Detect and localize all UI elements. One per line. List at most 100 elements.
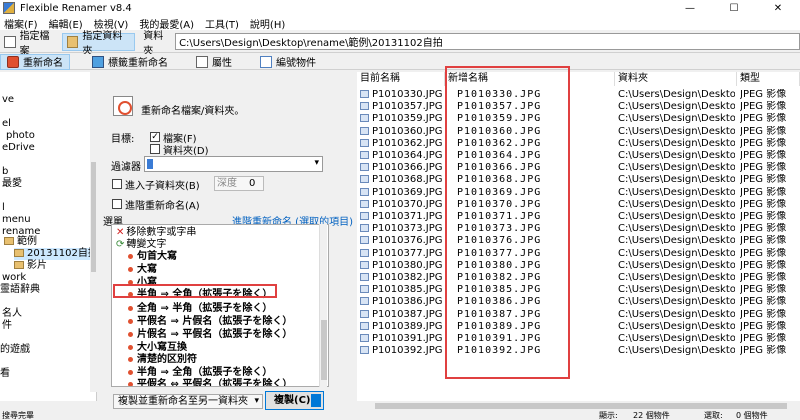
menu-tree-item[interactable]: 半角 ⇒ 全角（拡張子を除く）: [128, 367, 272, 378]
select-folder-button[interactable]: 指定資料夾: [61, 31, 136, 57]
tree-item[interactable]: 最愛: [2, 178, 22, 190]
depth-label: 深度: [217, 178, 237, 189]
table-row[interactable]: P1010370.JPG P1010370.JPG C:\Users\Design\…: [357, 199, 800, 210]
table-row[interactable]: P1010385.JPG P1010385.JPG C:\Users\Design\…: [357, 284, 800, 295]
table-row[interactable]: P1010391.JPG P1010391.JPG C:\Users\Design\…: [357, 333, 800, 344]
menu-tree-item[interactable]: 大寫: [128, 264, 157, 275]
current-name-cell: P1010391.JPG: [360, 333, 444, 344]
image-file-icon: [360, 212, 369, 220]
tree-item[interactable]: 看: [0, 368, 10, 380]
folder-tree[interactable]: ve el photo eDrive b 最愛 l menu rename 範例…: [0, 72, 97, 401]
column-header-current-name[interactable]: 目前名稱: [357, 72, 445, 86]
menu-tools[interactable]: 工具(T): [205, 16, 239, 31]
menu-tree-label: 移除數字或字串: [126, 227, 197, 238]
tree-scroll-thumb[interactable]: [91, 162, 96, 272]
menu-tree-item[interactable]: 片假名 ⇒ 平假名（拡張子を除く）: [128, 329, 292, 340]
table-row[interactable]: P1010392.JPG P1010392.JPG C:\Users\Design\…: [357, 345, 800, 356]
table-row[interactable]: P1010360.JPG P1010360.JPG C:\Users\Design\…: [357, 126, 800, 137]
current-name-cell: P1010362.JPG: [360, 138, 444, 149]
filter-combobox[interactable]: ▾: [144, 156, 323, 172]
menu-tree-item[interactable]: 平假名 ⇔ 平假名（拡張子を除く）: [128, 379, 292, 386]
table-row[interactable]: P1010382.JPG P1010382.JPG C:\Users\Design\…: [357, 272, 800, 283]
rename-menu-tree[interactable]: ✕ 移除數字或字串 ⟳ 轉變文字 句首大寫 大寫 小寫 半角 ⇒ 全角（拡張子を除く…: [111, 224, 329, 387]
tree-item[interactable]: l: [2, 202, 5, 214]
table-row[interactable]: P1010386.JPG P1010386.JPG C:\Users\Design\…: [357, 296, 800, 307]
tree-item-example[interactable]: 範例: [4, 236, 37, 248]
tab-numbering[interactable]: 編號物件: [254, 54, 322, 70]
table-row[interactable]: P1010387.JPG P1010387.JPG C:\Users\Design\…: [357, 309, 800, 320]
current-name-cell: P1010389.JPG: [360, 321, 444, 332]
subfolder-checkbox[interactable]: [112, 179, 122, 189]
folder-path-input[interactable]: C:\Users\Design\Desktop\rename\範例\201311…: [175, 33, 800, 50]
files-checkbox[interactable]: ✓: [150, 132, 160, 142]
table-row[interactable]: P1010330.JPG P1010330.JPG C:\Users\Design\…: [357, 89, 800, 100]
tab-properties[interactable]: 屬性: [190, 54, 238, 70]
menu-tree-scrollbar[interactable]: [319, 224, 327, 387]
menu-tree-item[interactable]: ✕ 移除數字或字串: [116, 227, 196, 238]
table-row[interactable]: P1010389.JPG P1010389.JPG C:\Users\Design\…: [357, 321, 800, 332]
menu-help[interactable]: 說明(H): [250, 16, 285, 31]
current-name-cell: P1010330.JPG: [360, 89, 444, 100]
panel-title: 重新命名檔案/資料夾。: [141, 106, 245, 117]
tab-rename[interactable]: 重新命名: [0, 53, 70, 70]
table-row[interactable]: P1010362.JPG P1010362.JPG C:\Users\Design\…: [357, 138, 800, 149]
menu-tree-item[interactable]: 大小寫互換: [128, 342, 187, 353]
table-row[interactable]: P1010377.JPG P1010377.JPG C:\Users\Design\…: [357, 248, 800, 259]
table-row[interactable]: P1010366.JPG P1010366.JPG C:\Users\Design\…: [357, 162, 800, 173]
table-row[interactable]: P1010368.JPG P1010368.JPG C:\Users\Design\…: [357, 174, 800, 185]
menu-tree-item[interactable]: 全角 ⇒ 半角（拡張子を除く）: [128, 303, 272, 314]
tree-item[interactable]: photo: [6, 130, 35, 142]
maximize-button[interactable]: ☐: [712, 0, 756, 16]
mode-tabs: 重新命名 標籤重新命名 屬性 編號物件: [0, 53, 800, 70]
table-row[interactable]: P1010359.JPG P1010359.JPG C:\Users\Design\…: [357, 113, 800, 124]
file-list[interactable]: 目前名稱 新增名稱 資料夾 類型 P1010330.JPG P1010330.JP…: [357, 72, 800, 401]
tree-item[interactable]: 名人: [2, 308, 22, 320]
menu-tree-item[interactable]: ⟳ 轉變文字: [116, 239, 166, 250]
folder-cell: C:\Users\Design\Desktop...: [618, 308, 735, 320]
tree-item[interactable]: b: [2, 166, 8, 178]
table-row[interactable]: P1010376.JPG P1010376.JPG C:\Users\Design\…: [357, 235, 800, 246]
menu-tree-item[interactable]: 清楚的区別符: [128, 354, 197, 365]
table-row[interactable]: P1010380.JPG P1010380.JPG C:\Users\Design\…: [357, 260, 800, 271]
minimize-button[interactable]: —: [668, 0, 712, 16]
copy-mode-combobox[interactable]: 複製並重新命名至另一資料夾 ▾: [113, 394, 263, 409]
current-name-cell: P1010377.JPG: [360, 248, 444, 259]
tree-item[interactable]: ve: [2, 94, 14, 106]
table-row[interactable]: P1010369.JPG P1010369.JPG C:\Users\Design\…: [357, 187, 800, 198]
current-name-text: P1010370.JPG: [372, 198, 443, 210]
menu-tree-label: 全角 ⇒ 半角（拡張子を除く）: [137, 303, 273, 314]
copy-button[interactable]: 複製(C): [265, 391, 324, 410]
tree-item-selected[interactable]: 20131102自拍: [14, 248, 96, 260]
close-button[interactable]: ✕: [756, 0, 800, 16]
menu-tree-label: 片假名 ⇒ 平假名（拡張子を除く）: [137, 329, 293, 340]
hscroll-thumb[interactable]: [375, 403, 787, 409]
tree-item[interactable]: menu: [2, 214, 31, 226]
file-list-hscrollbar[interactable]: [357, 401, 800, 411]
table-row[interactable]: P1010364.JPG P1010364.JPG C:\Users\Design\…: [357, 150, 800, 161]
menu-tree-item[interactable]: 句首大寫: [128, 251, 177, 262]
menu-tree-label: 大小寫互換: [137, 342, 187, 353]
folders-checkbox[interactable]: [150, 144, 160, 154]
tree-item[interactable]: 件: [2, 320, 12, 332]
column-header-folder[interactable]: 資料夾: [615, 72, 737, 86]
tree-item[interactable]: el: [2, 118, 11, 130]
tree-item[interactable]: eDrive: [2, 142, 35, 154]
advanced-checkbox[interactable]: [112, 199, 122, 209]
tree-item-video[interactable]: 影片: [14, 260, 47, 272]
menu-tree-item[interactable]: 平假名 ⇒ 片假名（拡張子を除く）: [128, 316, 292, 327]
table-row[interactable]: P1010371.JPG P1010371.JPG C:\Users\Design\…: [357, 211, 800, 222]
tree-item[interactable]: 靈語辭典: [0, 284, 40, 296]
rename-icon: [113, 96, 133, 116]
dropdown-arrow-icon[interactable]: [311, 394, 321, 407]
tree-item[interactable]: work: [2, 272, 26, 284]
table-row[interactable]: P1010357.JPG P1010357.JPG C:\Users\Design\…: [357, 101, 800, 112]
bullet-icon: [128, 305, 133, 311]
tree-scrollbar[interactable]: [90, 72, 97, 392]
tab-tag-rename[interactable]: 標籤重新命名: [86, 54, 174, 70]
menu-tree-scroll-thumb[interactable]: [321, 320, 327, 380]
tree-item[interactable]: 的遊戲: [0, 344, 30, 356]
column-header-type[interactable]: 類型: [737, 72, 800, 86]
table-row[interactable]: P1010373.JPG P1010373.JPG C:\Users\Design\…: [357, 223, 800, 234]
select-files-button[interactable]: 指定檔案: [0, 31, 62, 57]
tree-item-label: 範例: [17, 236, 37, 247]
